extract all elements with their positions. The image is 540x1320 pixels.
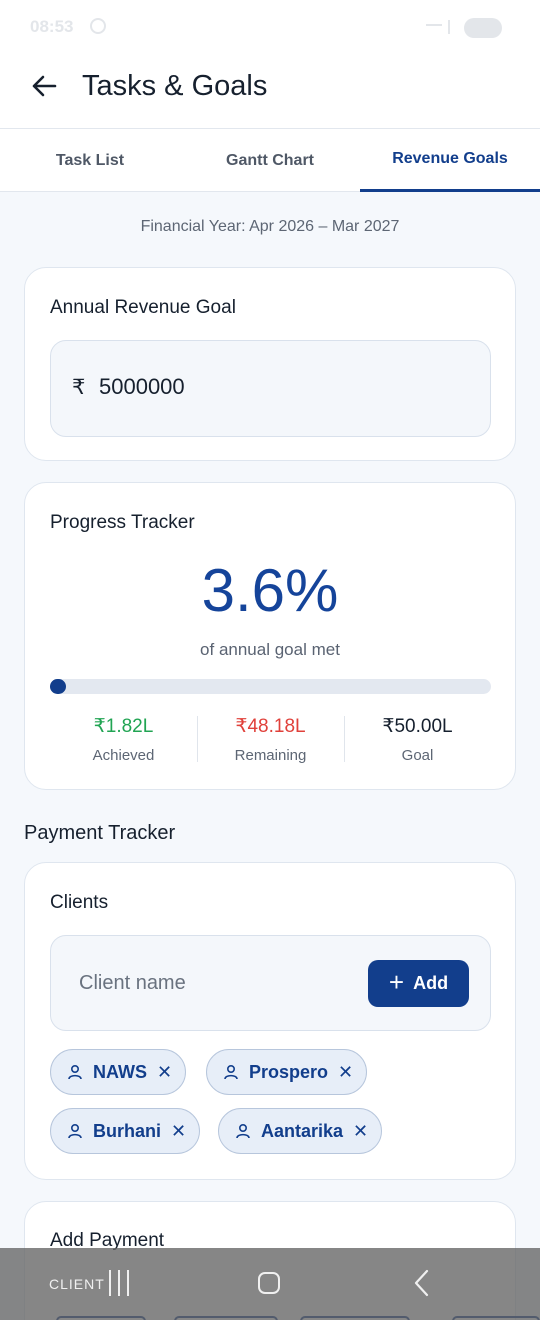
close-icon[interactable]: ✕ [338, 1062, 353, 1083]
stat-goal-value: ₹50.00L [382, 716, 453, 737]
add-client-button[interactable]: + Add [368, 960, 469, 1007]
tab-bar: Task List Gantt Chart Revenue Goals [0, 128, 540, 192]
rupee-icon: ₹ [72, 376, 86, 399]
add-button-label: Add [413, 973, 449, 993]
client-chip[interactable]: Aantarika ✕ [218, 1108, 383, 1154]
client-chip-label: Burhani [93, 1120, 162, 1141]
close-icon[interactable]: ✕ [353, 1121, 368, 1142]
tab-gantt-chart[interactable]: Gantt Chart [180, 129, 360, 192]
annual-goal-card: Annual Revenue Goal ₹ 5000000 [24, 267, 516, 461]
person-icon [67, 1064, 83, 1080]
arrow-left-icon[interactable] [24, 66, 64, 106]
recents-icon[interactable] [107, 1270, 131, 1296]
stat-remaining-value: ₹48.18L [235, 716, 306, 737]
progress-subtitle: of annual goal met [200, 640, 340, 659]
person-icon [235, 1123, 251, 1139]
progress-tracker-title: Progress Tracker [50, 512, 195, 533]
clients-card: Clients Client name + Add NAWS ✕ Prosper… [24, 862, 516, 1180]
status-icons [422, 18, 502, 38]
annual-goal-title: Annual Revenue Goal [50, 297, 236, 318]
app-bar: Tasks & Goals [0, 56, 540, 128]
stat-remaining: ₹48.18L Remaining [197, 713, 344, 765]
progress-percent: 3.6% [201, 557, 339, 624]
stat-achieved: ₹1.82L Achieved [50, 713, 197, 765]
system-nav-bar: CLIENT [0, 1248, 540, 1320]
close-icon[interactable]: ✕ [171, 1121, 186, 1142]
close-icon[interactable]: ✕ [157, 1062, 172, 1083]
nav-overlay-label: CLIENT [49, 1276, 105, 1292]
client-chip[interactable]: Prospero ✕ [206, 1049, 368, 1095]
financial-year-label: Financial Year: Apr 2026 – Mar 2027 [140, 218, 400, 235]
client-chip-label: NAWS [93, 1061, 147, 1082]
alarm-icon [90, 18, 106, 34]
status-time: 08:53 [30, 17, 74, 36]
stat-achieved-value: ₹1.82L [93, 716, 154, 737]
chevron-left-icon[interactable] [410, 1268, 434, 1298]
plus-icon: + [388, 967, 405, 997]
tab-revenue-goals[interactable]: Revenue Goals [360, 129, 540, 192]
signal-icon [426, 24, 442, 34]
progress-stats: ₹1.82L Achieved ₹48.18L Remaining ₹50.00… [50, 713, 491, 765]
stat-goal-label: Goal [401, 747, 434, 764]
payment-tracker-title: Payment Tracker [24, 822, 176, 844]
stat-remaining-label: Remaining [234, 747, 307, 764]
home-icon[interactable] [258, 1272, 280, 1294]
clients-title: Clients [50, 892, 109, 913]
progress-tracker-card: Progress Tracker 3.6% of annual goal met… [24, 482, 516, 790]
stat-achieved-label: Achieved [92, 747, 155, 764]
client-name-placeholder[interactable]: Client name [79, 972, 186, 995]
page-title: Tasks & Goals [82, 70, 268, 102]
client-chip-label: Aantarika [261, 1120, 344, 1141]
wifi-icon [448, 20, 458, 34]
progress-bar-fill [50, 679, 66, 694]
battery-icon [464, 18, 502, 38]
client-chip[interactable]: NAWS ✕ [50, 1049, 187, 1095]
status-bar: 08:53 [0, 0, 540, 56]
progress-bar [50, 679, 491, 694]
client-name-field[interactable]: Client name + Add [50, 935, 491, 1031]
annual-goal-value[interactable]: 5000000 [99, 374, 185, 400]
client-chip-label: Prospero [249, 1061, 329, 1082]
annual-goal-input[interactable]: ₹ 5000000 [50, 340, 491, 437]
stat-goal: ₹50.00L Goal [344, 713, 491, 765]
person-icon [67, 1123, 83, 1139]
person-icon [223, 1064, 239, 1080]
client-chip[interactable]: Burhani ✕ [50, 1108, 201, 1154]
tab-task-list[interactable]: Task List [0, 129, 180, 192]
